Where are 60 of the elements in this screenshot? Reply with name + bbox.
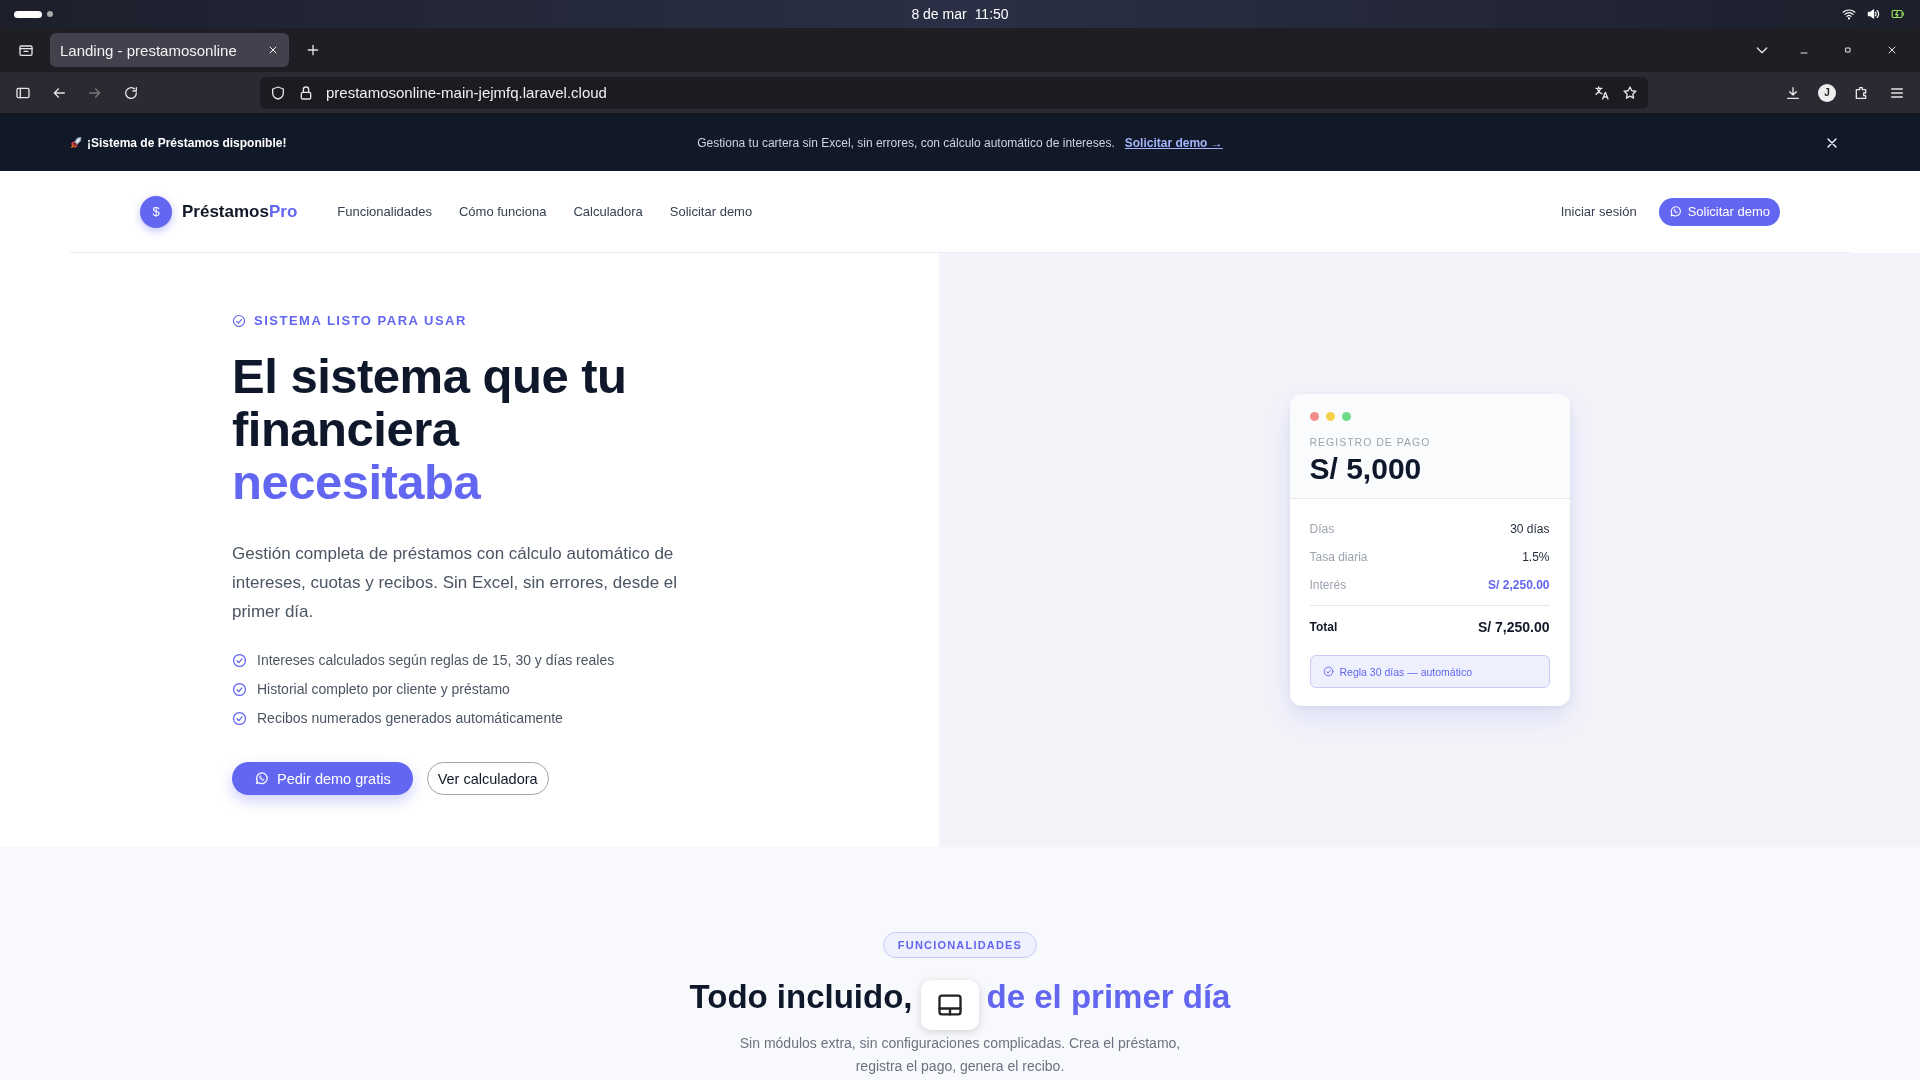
window-dot-icon bbox=[1325, 412, 1335, 421]
browser-tab[interactable]: Landing - prestamosonline bbox=[50, 33, 289, 67]
nav-link[interactable]: Funcionalidades bbox=[337, 204, 432, 219]
star-icon[interactable] bbox=[1622, 84, 1639, 101]
login-link[interactable]: Iniciar sesión bbox=[1560, 204, 1637, 219]
card-label: REGISTRO DE PAGO bbox=[1309, 436, 1432, 448]
nav-link[interactable]: Cómo funciona bbox=[458, 204, 547, 219]
nav-link[interactable]: Solicitar demo bbox=[669, 204, 753, 219]
workspace-indicator[interactable] bbox=[14, 10, 42, 18]
row-value: 30 días bbox=[1510, 522, 1550, 536]
section-heading: Todo incluido, bbox=[689, 978, 913, 1016]
calculator-button[interactable]: Ver calculadora bbox=[426, 762, 549, 795]
total-value: S/ 7,250.00 bbox=[1477, 618, 1550, 635]
feature-text: Historial completo por cliente y préstamo bbox=[257, 681, 510, 697]
row-label: Tasa diaria bbox=[1309, 550, 1368, 564]
row-value: 1.5% bbox=[1522, 550, 1550, 564]
volume-icon[interactable] bbox=[1866, 7, 1880, 21]
demo-link[interactable]: Solicitar demo → bbox=[1124, 135, 1223, 150]
section-subtitle: Sin módulos extra, sin configuraciones complicadas. Crea el préstamo, registra el pago, genera el recibo. bbox=[738, 1034, 1182, 1076]
translate-icon[interactable] bbox=[1594, 84, 1611, 101]
check-circle-icon bbox=[232, 681, 247, 697]
check-circle-icon bbox=[232, 652, 247, 668]
demo-button[interactable]: Pedir demo gratis bbox=[232, 762, 413, 795]
rule-text: Regla 30 días — automático bbox=[1339, 665, 1472, 678]
shield-icon bbox=[270, 84, 286, 101]
section-badge: FUNCIONALIDADES bbox=[882, 932, 1038, 958]
check-circle-icon bbox=[1322, 666, 1334, 677]
date-text: 8 de mar bbox=[911, 6, 967, 22]
logo-badge[interactable]: $ bbox=[140, 195, 172, 228]
loan-amount: S/ 5,000 bbox=[1309, 452, 1423, 486]
row-label: Interés bbox=[1309, 578, 1347, 592]
profile-avatar[interactable]: J bbox=[1818, 83, 1836, 102]
battery-icon[interactable] bbox=[1890, 7, 1906, 21]
total-label: Total bbox=[1309, 619, 1338, 634]
row-label: Días bbox=[1309, 522, 1335, 536]
window-dot-icon bbox=[1309, 412, 1319, 421]
check-circle-icon bbox=[232, 710, 247, 726]
rocket-icon bbox=[70, 136, 83, 149]
hero-description: Gestión completa de préstamos con cálculo automático de intereses, cuotas y recibos. Sin Excel, sin errores, desde el primer día. bbox=[232, 543, 679, 623]
hero-heading: El sistema que tu financiera necesitaba bbox=[232, 350, 628, 509]
eyebrow-label: SISTEMA LISTO PARA USAR bbox=[254, 313, 467, 328]
workspace-indicator[interactable] bbox=[47, 11, 53, 17]
check-circle-icon bbox=[232, 313, 246, 328]
announcement-text: Gestiona tu cartera sin Excel, sin errores, con cálculo automático de intereses. bbox=[697, 135, 1115, 150]
feature-text: Intereses calculados según reglas de 15, 30 y días reales bbox=[257, 652, 615, 668]
chat-bubble-icon bbox=[254, 771, 269, 786]
lock-icon bbox=[298, 84, 314, 101]
announcement-title: ¡Sistema de Préstamos disponible! bbox=[87, 135, 287, 150]
demo-button[interactable]: Solicitar demo bbox=[1658, 197, 1780, 226]
clock-time: 11:50 bbox=[974, 6, 1009, 22]
address-bar[interactable]: prestamosonline-main-jejmfq.laravel.cloud bbox=[260, 76, 1649, 109]
chat-bubble-icon bbox=[1668, 205, 1682, 218]
window-dot-icon bbox=[1341, 412, 1351, 421]
feature-text: Recibos numerados generados automáticamente bbox=[257, 710, 563, 726]
section-heading-accent: de el primer día bbox=[986, 978, 1231, 1016]
nav-link[interactable]: Calculadora bbox=[573, 204, 643, 219]
wifi-icon[interactable] bbox=[1842, 7, 1856, 21]
touchpad-icon[interactable] bbox=[920, 980, 979, 1030]
brand-name[interactable]: PréstamosPro bbox=[182, 201, 298, 222]
row-value: S/ 2,250.00 bbox=[1488, 578, 1550, 592]
